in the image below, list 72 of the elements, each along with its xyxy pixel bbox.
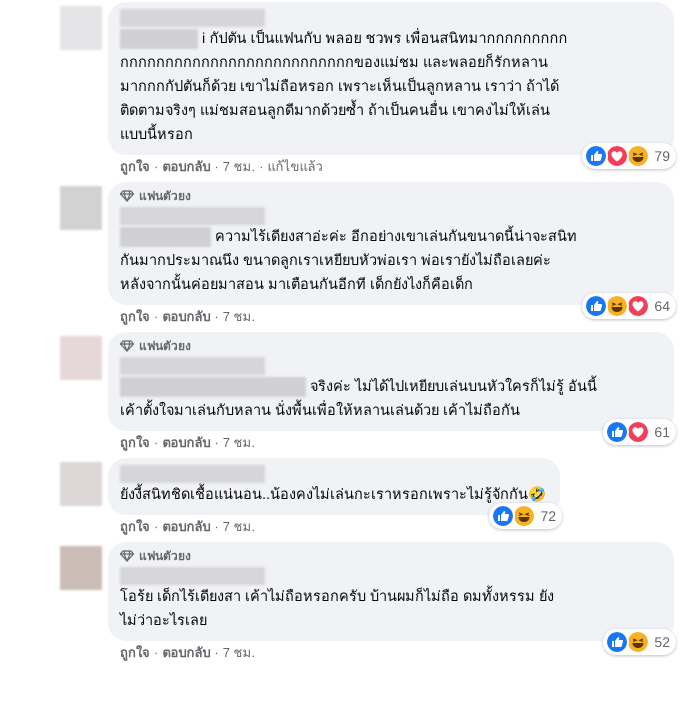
avatar[interactable] — [60, 336, 102, 380]
blurred-name[interactable] — [120, 9, 265, 27]
laughing-face-icon — [626, 630, 650, 654]
reaction-count: 61 — [654, 422, 670, 442]
separator-dot: · — [154, 159, 158, 175]
reply-link[interactable]: ตอบกลับ — [162, 159, 210, 175]
blurred-name[interactable] — [120, 567, 265, 585]
comment-text: กันมากประมาณนึง ขนาดลูกเราเหยียบหัวพ่อเรา พ่อเรายังไม่ถือเลยค่ะ หลังจากนั้นค่อยมาสอน มาเตือนกันอีกที เด็กยังไงก็คือเด็ก — [120, 251, 552, 295]
like-icon — [605, 630, 630, 654]
blurred-name[interactable] — [120, 357, 265, 375]
comment-text: เค้าตั้งใจมาเล่นกับหลาน นั่งพื้นเพื่อให้หลานเล่นด้วย เค้าไม่ถือกัน — [120, 399, 520, 423]
diamond-icon — [120, 340, 134, 352]
like-link[interactable]: ถูกใจ — [120, 309, 150, 325]
diamond-icon — [120, 550, 134, 562]
comment-text: i กัปตัน เป็นแฟนกับ พลอย ชวพร เพื่อนสนิทมากกกกกกกกก — [202, 27, 568, 51]
avatar[interactable] — [60, 6, 102, 50]
separator-dot: · — [154, 645, 158, 661]
separator-dot: · — [154, 435, 158, 451]
laughing-face-icon — [512, 504, 536, 528]
separator-dot: · — [214, 159, 219, 175]
separator-dot: · — [214, 645, 219, 661]
laughing-face-icon — [626, 144, 650, 168]
diamond-icon — [120, 190, 134, 202]
timestamp[interactable]: 7 ชม. — [222, 645, 256, 661]
separator-dot: · — [259, 159, 264, 175]
badge-label: แฟนตัวยง — [139, 188, 191, 204]
heart-icon — [626, 420, 650, 444]
reply-link[interactable]: ตอบกลับ — [162, 519, 210, 535]
reaction-summary[interactable]: 64 — [582, 293, 676, 319]
reaction-summary[interactable]: 72 — [489, 503, 562, 529]
separator-dot: · — [154, 309, 158, 325]
reaction-summary[interactable]: 79 — [582, 143, 676, 169]
reply-link[interactable]: ตอบกลับ — [162, 309, 210, 325]
like-link[interactable]: ถูกใจ — [120, 159, 150, 175]
comment-text: ความไร้เดียงสาอ่ะค่ะ อีกอย่างเขาเล่นกันขนาดนี้น่าจะสนิท — [215, 225, 578, 249]
blurred-name[interactable] — [120, 465, 265, 483]
reply-link[interactable]: ตอบกลับ — [162, 435, 210, 451]
separator-dot: · — [154, 519, 158, 535]
blurred-name[interactable] — [120, 207, 265, 225]
edited-label: แก้ไขแล้ว — [268, 159, 322, 175]
avatar[interactable] — [60, 186, 102, 230]
like-link[interactable]: ถูกใจ — [120, 519, 150, 535]
avatar[interactable] — [60, 546, 102, 590]
separator-dot: · — [214, 309, 219, 325]
heart-icon — [626, 294, 650, 318]
timestamp[interactable]: 7 ชม. — [222, 435, 256, 451]
reaction-count: 79 — [654, 146, 670, 166]
reaction-count: 64 — [654, 296, 670, 316]
like-link[interactable]: ถูกใจ — [120, 645, 150, 661]
heart-icon — [605, 144, 630, 168]
comment-text: จริงค่ะ ไม่ได้ไปเหยียบเล่นบนหัวใครก็ไม่รู้ อันนี้ — [310, 375, 598, 399]
timestamp[interactable]: 7 ชม. — [222, 159, 256, 175]
like-icon — [584, 144, 608, 168]
reaction-count: 72 — [540, 506, 556, 526]
badge-label: แฟนตัวยง — [139, 548, 191, 564]
badge-label: แฟนตัวยง — [139, 338, 191, 354]
comment-text: กกกกกกกกกกกกกกกกกกกกกกกกกกของแม่ชม และพลอยก็รักหลาน มากกกกัปตันก็ด้วย เขาไม่ถือหรอก เพราะเห็นเป็นลูกหลาน เราว่า ถ้าได้ ติดตามจริงๆ แม่ชมสอนลูกดีมากด้วยซ้ำ ถ้าเป็นคนอื่น เขาคงไม่ให้เล่น แบบนี้หรอก — [120, 52, 560, 145]
reaction-summary[interactable]: 52 — [603, 629, 676, 655]
comment-text: โอร้ย เด็กไร้เดียงสา เค้าไม่ถือหรอกครับ บ้านผมก็ไม่ถือ ดมทั้งหรรม ยัง ไม่ว่าอะไรเลย — [120, 585, 554, 633]
reply-link[interactable]: ตอบกลับ — [162, 645, 210, 661]
laughing-face-icon — [605, 294, 630, 318]
timestamp[interactable]: 7 ชม. — [222, 519, 256, 535]
timestamp[interactable]: 7 ชม. — [222, 309, 256, 325]
like-link[interactable]: ถูกใจ — [120, 435, 150, 451]
like-icon — [491, 504, 516, 528]
like-icon — [584, 294, 608, 318]
separator-dot: · — [214, 435, 219, 451]
like-icon — [605, 420, 630, 444]
avatar[interactable] — [60, 462, 102, 506]
separator-dot: · — [214, 519, 219, 535]
reaction-count: 52 — [654, 632, 670, 652]
reaction-summary[interactable]: 61 — [603, 419, 676, 445]
